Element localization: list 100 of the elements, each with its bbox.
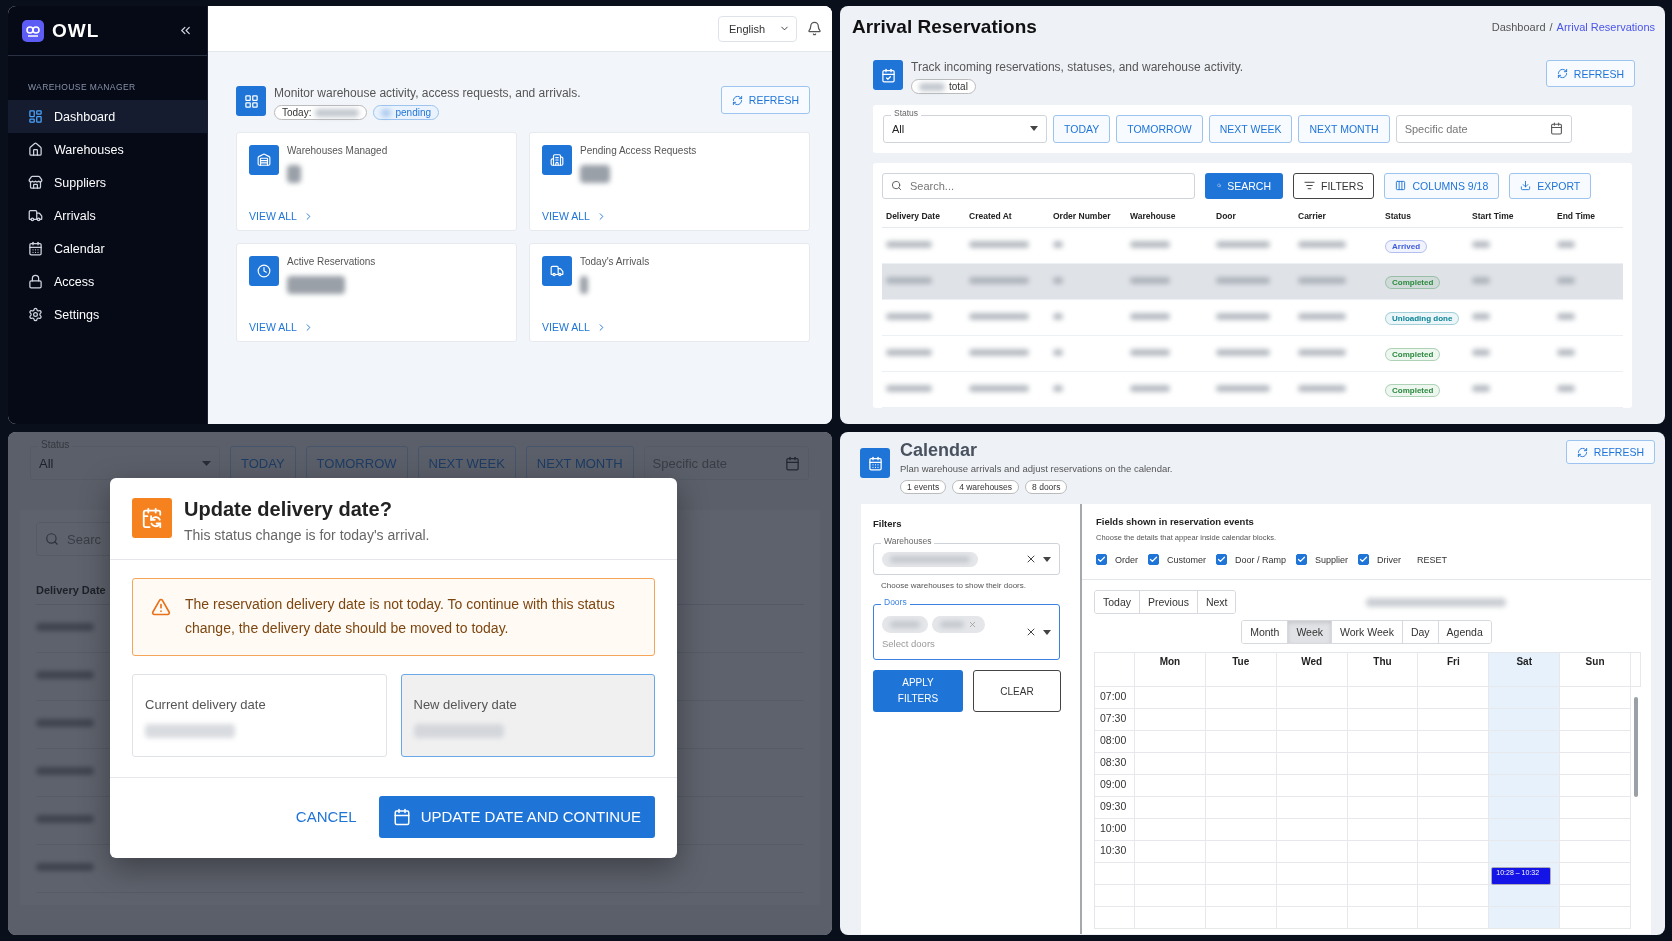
time-slot[interactable] <box>1205 775 1277 797</box>
time-slot[interactable] <box>1135 819 1206 841</box>
time-slot[interactable] <box>1560 841 1631 863</box>
time-slot[interactable] <box>1489 731 1561 753</box>
time-slot[interactable] <box>1276 687 1348 709</box>
time-slot[interactable] <box>1418 775 1490 797</box>
time-slot[interactable] <box>1205 797 1277 819</box>
time-slot[interactable] <box>1135 841 1206 863</box>
time-slot[interactable] <box>1276 907 1348 929</box>
time-slot[interactable] <box>1560 709 1631 731</box>
breadcrumb-link[interactable]: Dashboard <box>1491 21 1546 33</box>
time-slot[interactable] <box>1560 775 1631 797</box>
time-slot[interactable] <box>1489 885 1561 907</box>
time-slot[interactable] <box>1135 797 1206 819</box>
time-slot[interactable] <box>1560 885 1631 907</box>
time-slot[interactable] <box>1276 709 1348 731</box>
time-slot[interactable] <box>1276 863 1348 885</box>
time-slot[interactable] <box>1205 731 1277 753</box>
refresh-button[interactable]: REFRESH <box>1545 60 1635 87</box>
time-slot[interactable] <box>1135 709 1206 731</box>
time-slot[interactable] <box>1347 885 1419 907</box>
sidebar-item[interactable]: Suppliers <box>8 166 207 199</box>
time-slot[interactable] <box>1205 753 1277 775</box>
time-slot[interactable] <box>1135 907 1206 929</box>
time-slot[interactable] <box>1489 819 1561 841</box>
time-slot[interactable] <box>1347 863 1419 885</box>
time-slot[interactable] <box>1489 753 1561 775</box>
time-slot[interactable] <box>1418 709 1490 731</box>
time-slot[interactable] <box>1489 907 1561 929</box>
date-filter-button[interactable]: TOMORROW <box>1116 114 1203 143</box>
checkbox[interactable] <box>1296 554 1308 565</box>
time-slot[interactable] <box>1560 863 1631 885</box>
field-checkbox[interactable]: Door / Ramp <box>1216 554 1287 565</box>
time-slot[interactable] <box>1347 753 1419 775</box>
field-checkbox[interactable]: Driver <box>1358 554 1402 565</box>
time-slot[interactable] <box>1205 819 1277 841</box>
view-all-link[interactable]: VIEW ALL <box>542 321 607 333</box>
time-slot[interactable] <box>1418 863 1490 885</box>
field-checkbox[interactable]: Supplier <box>1296 554 1349 565</box>
sidebar-item[interactable]: Warehouses <box>8 133 207 166</box>
view-all-link[interactable]: VIEW ALL <box>249 321 314 333</box>
time-slot[interactable] <box>1347 841 1419 863</box>
scrollbar[interactable] <box>1634 697 1638 797</box>
time-slot[interactable] <box>1276 775 1348 797</box>
refresh-button[interactable]: REFRESH <box>720 86 810 114</box>
time-slot[interactable] <box>1135 753 1206 775</box>
clear-icon[interactable] <box>1025 626 1037 638</box>
time-slot[interactable] <box>1560 687 1631 709</box>
time-slot[interactable] <box>1347 687 1419 709</box>
time-slot[interactable] <box>1347 819 1419 841</box>
time-slot[interactable] <box>1205 863 1277 885</box>
sidebar-item[interactable]: Settings <box>8 298 207 331</box>
export-button[interactable]: EXPORT <box>1509 172 1592 199</box>
clear-icon[interactable] <box>1025 553 1037 565</box>
time-slot[interactable] <box>1489 797 1561 819</box>
time-slot[interactable] <box>1276 753 1348 775</box>
time-slot[interactable] <box>1205 709 1277 731</box>
time-slot[interactable] <box>1560 753 1631 775</box>
language-select[interactable]: English <box>717 15 797 42</box>
time-slot[interactable] <box>1418 841 1490 863</box>
time-slot[interactable] <box>1205 841 1277 863</box>
time-slot[interactable] <box>1347 907 1419 929</box>
time-slot[interactable] <box>1135 863 1206 885</box>
reset-link[interactable]: RESET <box>1417 554 1448 565</box>
time-slot[interactable] <box>1560 907 1631 929</box>
columns-button[interactable]: COLUMNS 9/18 <box>1384 172 1500 199</box>
time-slot[interactable] <box>1276 841 1348 863</box>
time-slot[interactable] <box>1205 885 1277 907</box>
checkbox[interactable] <box>1096 554 1107 565</box>
time-slot[interactable] <box>1489 775 1561 797</box>
time-slot[interactable] <box>1135 731 1206 753</box>
time-slot[interactable] <box>1418 885 1490 907</box>
checkbox[interactable] <box>1148 554 1159 565</box>
sidebar-item[interactable]: Calendar <box>8 232 207 265</box>
apply-filters-button[interactable]: APPLY FILTERS <box>873 670 963 712</box>
search-button[interactable]: SEARCH <box>1205 172 1283 199</box>
sidebar-item[interactable]: Dashboard <box>8 100 207 133</box>
time-slot[interactable] <box>1205 907 1277 929</box>
view-all-link[interactable]: VIEW ALL <box>249 210 314 222</box>
time-slot[interactable] <box>1276 885 1348 907</box>
time-slot[interactable] <box>1489 687 1561 709</box>
remove-icon[interactable] <box>968 619 977 629</box>
sidebar-item[interactable]: Access <box>8 265 207 298</box>
time-slot[interactable] <box>1205 687 1277 709</box>
nav-button[interactable]: Today <box>1095 591 1141 613</box>
time-slot[interactable] <box>1418 797 1490 819</box>
time-slot[interactable] <box>1560 731 1631 753</box>
checkbox[interactable] <box>1358 554 1370 565</box>
time-slot[interactable] <box>1135 775 1206 797</box>
view-all-link[interactable]: VIEW ALL <box>542 210 607 222</box>
field-checkbox[interactable]: Order <box>1096 554 1138 565</box>
time-slot[interactable] <box>1135 885 1206 907</box>
time-slot[interactable] <box>1347 797 1419 819</box>
confirm-button[interactable]: UPDATE DATE AND CONTINUE <box>378 795 655 838</box>
refresh-button[interactable]: REFRESH <box>1565 440 1655 464</box>
time-slot[interactable] <box>1418 753 1490 775</box>
time-slot[interactable] <box>1276 731 1348 753</box>
field-checkbox[interactable]: Customer <box>1148 554 1207 565</box>
clear-button[interactable]: CLEAR <box>973 670 1061 712</box>
time-slot[interactable] <box>1347 709 1419 731</box>
